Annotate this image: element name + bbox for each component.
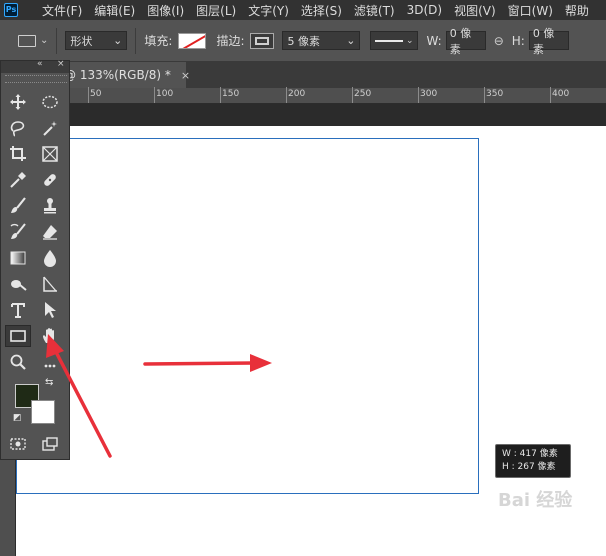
rectangle-tool-icon[interactable] [5, 325, 31, 347]
fill-swatch[interactable] [178, 32, 207, 49]
tool-preset-rectangle-icon[interactable] [18, 34, 36, 47]
menu-window[interactable]: 窗口(W) [508, 2, 553, 19]
eyedropper-tool-icon[interactable] [5, 169, 31, 191]
watermark-logo: Bai 经验 [498, 490, 573, 511]
menu-filter[interactable]: 滤镜(T) [354, 2, 395, 19]
eraser-tool-icon[interactable] [37, 221, 63, 243]
size-tooltip: W : 417 像素 H : 267 像素 [495, 444, 571, 478]
ruler-tick [550, 87, 551, 103]
pen-tool-icon[interactable] [37, 273, 63, 295]
tooltip-width: W : 417 像素 [502, 449, 558, 459]
stroke-width-value: 5 像素 [287, 34, 320, 48]
ruler-label: 400 [552, 89, 570, 99]
ruler-tick [220, 87, 221, 103]
rectangle-shape[interactable] [16, 138, 479, 494]
height-field[interactable]: 0 像素 [528, 27, 569, 56]
menu-view[interactable]: 视图(V) [454, 2, 496, 19]
swap-colors-icon[interactable]: ⇆ [45, 377, 53, 388]
chevron-down-icon: ⌄ [405, 35, 414, 46]
document-tab-title: @ 133%(RGB/8) * [64, 68, 171, 82]
ruler-tick [88, 87, 89, 103]
stroke-width-field[interactable]: 5 像素 ⌄ [282, 31, 361, 50]
clone-stamp-tool-icon[interactable] [37, 195, 63, 217]
hand-tool-icon[interactable] [37, 325, 63, 347]
menu-3d[interactable]: 3D(D) [407, 3, 442, 17]
lasso-tool-icon[interactable] [5, 117, 31, 139]
magic-wand-tool-icon[interactable] [37, 117, 63, 139]
tools-panel: « × ⇆ ◩ [0, 59, 70, 460]
type-tool-icon[interactable] [5, 299, 31, 321]
menu-image[interactable]: 图像(I) [147, 2, 184, 19]
pasteboard-gray [16, 104, 606, 126]
tooltip-height: H : 267 像素 [502, 462, 556, 472]
ruler-label: 350 [486, 89, 504, 99]
link-icon[interactable]: ⊖ [494, 34, 504, 48]
elliptical-marquee-tool-icon[interactable] [37, 91, 63, 113]
zoom-tool-icon[interactable] [5, 351, 31, 373]
menu-layer[interactable]: 图层(L) [196, 2, 236, 19]
horizontal-ruler[interactable]: 50 100 150 200 250 300 350 400 [0, 87, 606, 104]
ruler-label: 300 [420, 89, 438, 99]
default-colors-icon[interactable]: ◩ [13, 413, 22, 423]
screen-mode-icon[interactable] [37, 433, 63, 455]
dodge-tool-icon[interactable] [5, 273, 31, 295]
ruler-label: 250 [354, 89, 372, 99]
more-tools-icon[interactable] [37, 351, 63, 373]
fill-label: 填充: [144, 34, 173, 48]
ruler-tick [154, 87, 155, 103]
ruler-tick [418, 87, 419, 103]
stroke-label: 描边: [216, 34, 245, 48]
height-label: H: [511, 33, 525, 48]
document-tab-bar: @ 133%(RGB/8) * × [0, 62, 606, 88]
chevron-down-icon: ⌄ [113, 34, 123, 47]
frame-tool-icon[interactable] [37, 143, 63, 165]
width-field[interactable]: 0 像素 [445, 27, 486, 56]
ruler-label: 50 [90, 89, 102, 99]
divider [56, 27, 58, 54]
stroke-swatch-icon [255, 36, 270, 45]
width-label: W: [426, 33, 442, 48]
background-color-swatch[interactable] [31, 400, 55, 424]
ruler-label: 150 [222, 89, 240, 99]
menu-select[interactable]: 选择(S) [301, 2, 342, 19]
ruler-label: 100 [156, 89, 174, 99]
blur-tool-icon[interactable] [37, 247, 63, 269]
divider [135, 27, 137, 54]
solid-line-icon [375, 39, 403, 42]
ruler-label: 200 [288, 89, 306, 99]
ruler-tick [484, 87, 485, 103]
menu-edit[interactable]: 编辑(E) [94, 2, 135, 19]
quick-mask-icon[interactable] [5, 433, 31, 455]
move-tool-icon[interactable] [5, 91, 31, 113]
stroke-swatch[interactable] [250, 32, 275, 49]
chevron-down-icon: ⌄ [346, 34, 356, 47]
menu-help[interactable]: 帮助 [565, 2, 589, 19]
tool-mode-value: 形状 [70, 34, 93, 48]
ruler-tick [286, 87, 287, 103]
path-selection-tool-icon[interactable] [37, 299, 63, 321]
menu-file[interactable]: 文件(F) [42, 2, 82, 19]
panel-grip[interactable] [5, 75, 67, 83]
photoshop-logo: Ps [4, 3, 18, 17]
menu-type[interactable]: 文字(Y) [248, 2, 289, 19]
close-icon[interactable]: × [181, 69, 190, 82]
stroke-type-select[interactable]: ⌄ [370, 31, 419, 50]
brush-tool-icon[interactable] [5, 195, 31, 217]
gradient-tool-icon[interactable] [5, 247, 31, 269]
collapse-icon[interactable]: « [37, 59, 43, 69]
close-icon[interactable]: × [57, 59, 65, 69]
height-value: 0 像素 [532, 26, 555, 56]
tool-preset-caret-icon[interactable]: ⌄ [40, 35, 48, 46]
options-bar: ⌄ 形状 ⌄ 填充: 描边: 5 像素 ⌄ ⌄ W: 0 像素 ⊖ H: 0 像… [0, 20, 606, 62]
ruler-tick [352, 87, 353, 103]
document-tab[interactable]: @ 133%(RGB/8) * × [56, 62, 190, 88]
menu-bar: Ps 文件(F) 编辑(E) 图像(I) 图层(L) 文字(Y) 选择(S) 滤… [0, 0, 606, 20]
tools-panel-header: « × [1, 59, 69, 73]
width-value: 0 像素 [449, 26, 472, 56]
crop-tool-icon[interactable] [5, 143, 31, 165]
history-brush-tool-icon[interactable] [5, 221, 31, 243]
tool-mode-select[interactable]: 形状 ⌄ [65, 31, 128, 50]
healing-brush-tool-icon[interactable] [37, 169, 63, 191]
